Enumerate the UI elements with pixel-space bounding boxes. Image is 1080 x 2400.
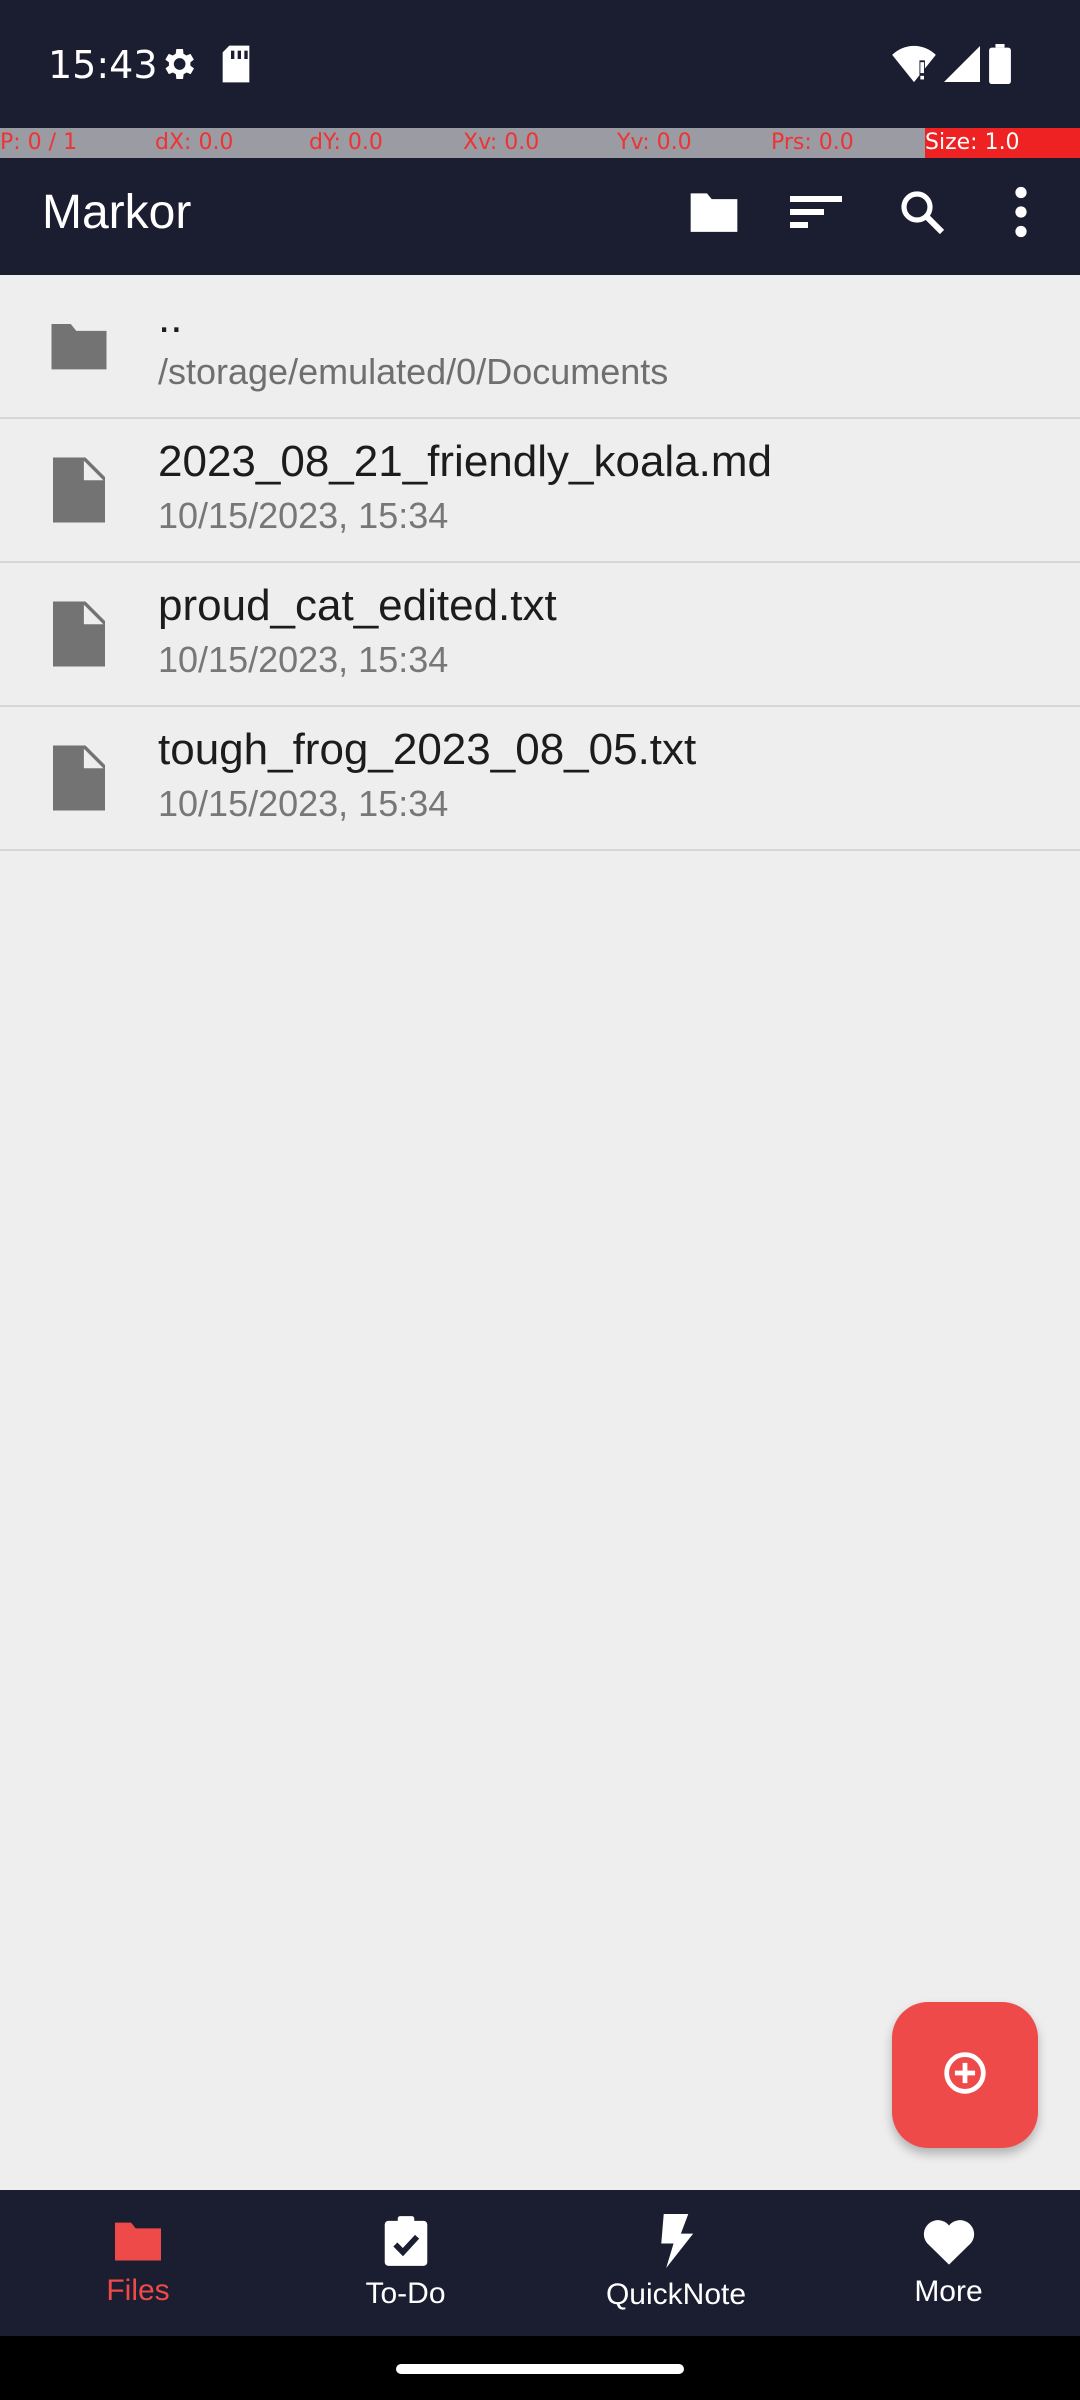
status-bar: 15:43 [0, 0, 1080, 128]
file-row[interactable]: 2023_08_21_friendly_koala.md 10/15/2023,… [0, 419, 1080, 563]
wifi-icon [890, 40, 938, 88]
parent-folder-name: .. [158, 293, 183, 342]
status-time: 15:43 [48, 43, 158, 87]
bottom-navigation: Files To-Do QuickNote More [0, 2190, 1080, 2336]
nav-files[interactable]: Files [0, 2190, 276, 2336]
system-nav-bar [0, 2336, 1080, 2400]
battery-icon [976, 40, 1024, 88]
checklist-icon [382, 2215, 430, 2271]
nav-todo-label: To-Do [365, 2277, 446, 2310]
folder-button[interactable] [668, 168, 760, 260]
nav-more[interactable]: More [817, 2190, 1080, 2336]
file-date: 10/15/2023, 15:34 [158, 639, 449, 680]
nav-quicknote[interactable]: QuickNote [535, 2190, 817, 2336]
bolt-icon [658, 2214, 694, 2272]
file-icon [44, 599, 114, 669]
folder-icon [686, 188, 742, 240]
nav-todo[interactable]: To-Do [276, 2190, 535, 2336]
file-name: tough_frog_2023_08_05.txt [158, 725, 697, 774]
file-icon [44, 455, 114, 525]
file-name: 2023_08_21_friendly_koala.md [158, 437, 773, 486]
debug-p: P: 0 / 1 [0, 130, 78, 155]
more-options-button[interactable] [980, 168, 1062, 260]
debug-dx: dX: 0.0 [155, 130, 234, 155]
file-name: proud_cat_edited.txt [158, 581, 557, 630]
parent-folder-path: /storage/emulated/0/Documents [158, 351, 669, 392]
more-vert-icon [1014, 186, 1028, 242]
search-icon [898, 188, 946, 240]
file-date: 10/15/2023, 15:34 [158, 495, 449, 536]
folder-icon [44, 311, 114, 381]
create-new-button[interactable] [892, 2002, 1038, 2148]
debug-yv: Yv: 0.0 [617, 130, 692, 155]
app-title: Markor [42, 186, 192, 239]
debug-dy: dY: 0.0 [309, 130, 383, 155]
debug-prs: Prs: 0.0 [771, 130, 854, 155]
debug-size: Size: 1.0 [925, 128, 1080, 158]
file-date: 10/15/2023, 15:34 [158, 783, 449, 824]
search-button[interactable] [878, 168, 966, 260]
file-row[interactable]: tough_frog_2023_08_05.txt 10/15/2023, 15… [0, 707, 1080, 851]
sort-button[interactable] [770, 168, 862, 260]
settings-icon [154, 40, 202, 88]
sort-icon [790, 192, 842, 236]
parent-folder-row[interactable]: .. /storage/emulated/0/Documents [0, 275, 1080, 419]
file-icon [44, 743, 114, 813]
heart-icon [922, 2217, 976, 2269]
nav-files-label: Files [106, 2274, 170, 2307]
file-list: .. /storage/emulated/0/Documents 2023_08… [0, 275, 1080, 851]
nav-more-label: More [914, 2275, 983, 2308]
pointer-debug-bar: P: 0 / 1 dX: 0.0 dY: 0.0 Xv: 0.0 Yv: 0.0… [0, 128, 1080, 158]
add-circle-icon [943, 2051, 987, 2099]
file-row[interactable]: proud_cat_edited.txt 10/15/2023, 15:34 [0, 563, 1080, 707]
app-bar: Markor [0, 158, 1080, 275]
debug-xv: Xv: 0.0 [463, 130, 540, 155]
home-gesture-handle[interactable] [396, 2364, 684, 2374]
nav-quicknote-label: QuickNote [605, 2278, 747, 2311]
folder-icon [110, 2218, 166, 2268]
sd-card-icon [212, 40, 260, 88]
